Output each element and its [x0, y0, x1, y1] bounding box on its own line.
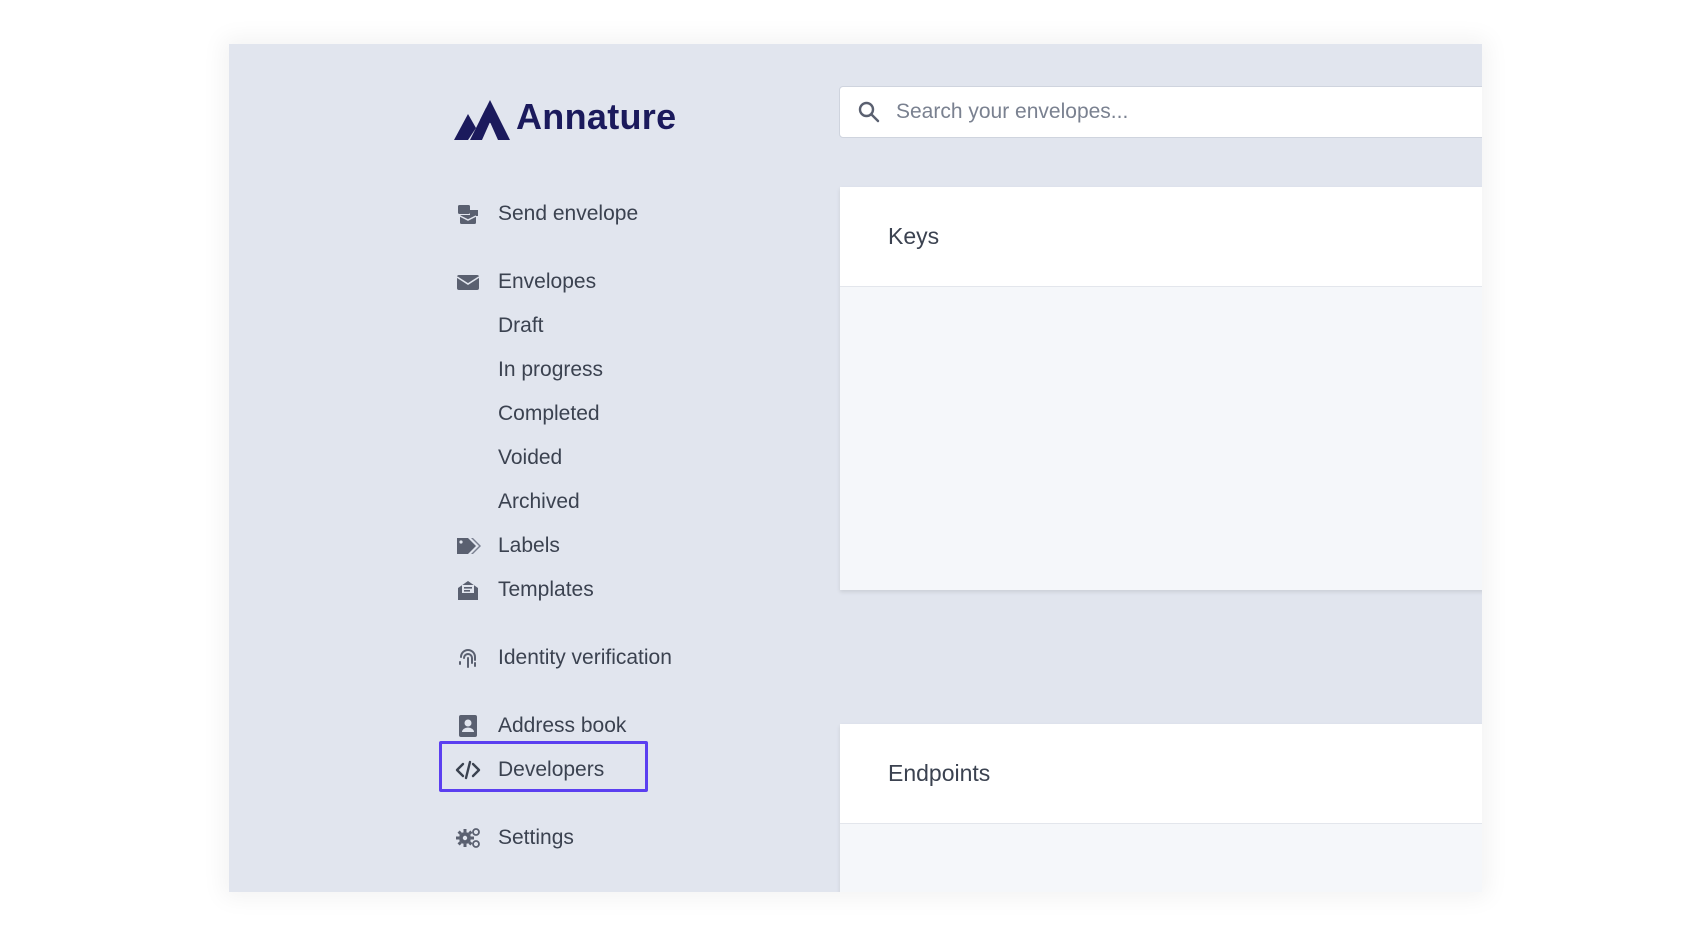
sidebar-item-label: Identity verification — [498, 646, 672, 669]
sidebar-item-settings[interactable]: Settings — [454, 818, 574, 858]
sidebar-item-label: Archived — [498, 490, 580, 513]
sidebar-item-label: Address book — [498, 714, 627, 737]
sidebar-item-labels[interactable]: Labels — [454, 526, 560, 566]
sidebar-item-draft[interactable]: Draft — [498, 306, 544, 346]
gear-icon — [454, 824, 482, 852]
send-envelope-icon — [454, 200, 482, 228]
sidebar-item-label: Send envelope — [498, 202, 639, 225]
sidebar-item-label: Labels — [498, 534, 560, 557]
endpoints-card: Endpoints — [840, 724, 1482, 892]
sidebar-item-archived[interactable]: Archived — [498, 482, 580, 522]
tags-icon — [454, 532, 482, 560]
sidebar-item-templates[interactable]: Templates — [454, 570, 594, 610]
sidebar-item-label: Draft — [498, 314, 544, 337]
sidebar-item-label: Envelopes — [498, 270, 597, 293]
keys-card: Keys — [840, 187, 1482, 590]
endpoints-card-title: Endpoints — [840, 724, 1482, 824]
sidebar-item-label: Settings — [498, 826, 574, 849]
sidebar-item-label: Voided — [498, 446, 563, 469]
sidebar-item-label: In progress — [498, 358, 604, 381]
sidebar-item-in-progress[interactable]: In progress — [498, 350, 603, 390]
templates-icon — [454, 576, 482, 604]
sidebar-item-label: Completed — [498, 402, 600, 425]
envelope-icon — [454, 268, 482, 296]
sidebar-item-envelopes[interactable]: Envelopes — [454, 262, 596, 302]
app-window: Annature Send envelope Envelopes Draft I… — [229, 44, 1482, 892]
search-input[interactable] — [896, 100, 1456, 124]
sidebar-item-address-book[interactable]: Address book — [454, 706, 626, 746]
address-book-icon — [454, 712, 482, 740]
sidebar-item-completed[interactable]: Completed — [498, 394, 600, 434]
search-bar[interactable] — [839, 86, 1482, 138]
sidebar-item-send-envelope[interactable]: Send envelope — [454, 194, 638, 234]
fingerprint-icon — [454, 644, 482, 672]
keys-card-title: Keys — [840, 187, 1482, 287]
developers-highlight-box — [439, 741, 648, 792]
sidebar-item-voided[interactable]: Voided — [498, 438, 562, 478]
search-icon — [856, 99, 882, 125]
brand-logo[interactable]: Annature — [454, 94, 676, 140]
sidebar-item-label: Templates — [498, 578, 594, 601]
brand-name: Annature — [516, 96, 677, 137]
annature-logo-icon — [454, 100, 510, 140]
sidebar-item-identity-verification[interactable]: Identity verification — [454, 638, 672, 678]
